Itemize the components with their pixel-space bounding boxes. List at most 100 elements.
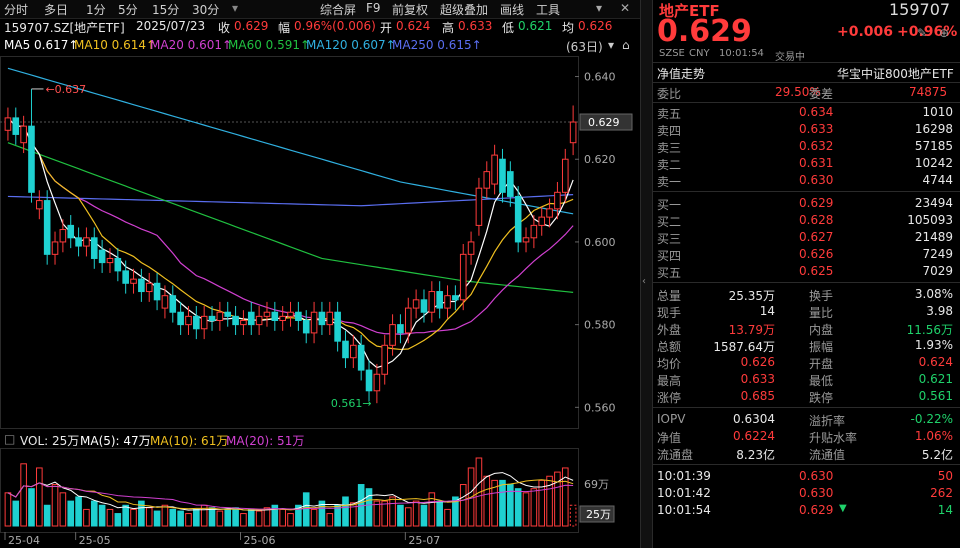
candle-body <box>357 344 365 371</box>
price-tick-label: 0.640 <box>584 71 616 84</box>
high-value: 0.633 <box>458 19 493 33</box>
volume-bar <box>145 507 153 527</box>
stat-label: 跌停 <box>809 391 834 405</box>
stat-label: 振幅 <box>809 340 834 354</box>
volume-bar <box>240 513 247 527</box>
add-icon[interactable]: ⊕ <box>939 26 949 40</box>
exchange-label: SZSE <box>659 48 685 59</box>
candle-body <box>459 253 467 301</box>
adjust-forward-button[interactable]: 前复权 <box>392 1 428 18</box>
buy-level[interactable]: 买五 0.625 7029 <box>657 263 957 281</box>
candle-body <box>554 191 561 210</box>
tab-15min[interactable]: 15分 <box>152 1 179 18</box>
candle-body <box>538 216 546 226</box>
stat-value: 11.56万 <box>906 323 953 337</box>
date-label: 25-05 <box>79 534 111 547</box>
volume-bar <box>514 488 522 527</box>
candle-body <box>444 295 451 309</box>
sell-level-label: 卖三 <box>657 141 682 155</box>
volume-bar <box>106 508 114 527</box>
volume-bar <box>4 492 12 527</box>
candle-body <box>36 200 43 210</box>
candle-body <box>161 295 169 309</box>
candle-body <box>334 311 341 342</box>
separator <box>653 282 960 283</box>
tick-volume: 50 <box>937 469 953 483</box>
chevron-down-icon[interactable]: ▾ <box>232 1 238 15</box>
sell-level[interactable]: 卖二 0.631 10242 <box>657 155 957 173</box>
super-overlay-button[interactable]: 超级叠加 <box>440 1 488 18</box>
buy-level[interactable]: 买一 0.629 23494 <box>657 195 957 213</box>
volume-bar <box>279 508 286 527</box>
volume-bar <box>232 507 239 527</box>
avg-label: 均 <box>562 21 575 35</box>
close-icon[interactable]: ✕ <box>620 1 630 15</box>
volume-bar <box>59 492 67 527</box>
period-selector[interactable]: (63日) <box>566 38 603 55</box>
kline-chart[interactable]: 0.640 0.620 0.600 0.580 0.560 0.629 69万 25万 25… <box>0 56 640 548</box>
volume-bar <box>193 508 200 527</box>
sell-level[interactable]: 卖三 0.632 57185 <box>657 138 957 156</box>
buy-level[interactable]: 买二 0.628 105093 <box>657 212 957 230</box>
volume-toggle-icon[interactable]: □ <box>4 432 15 446</box>
volume-label: VOL: 25万 <box>20 434 80 448</box>
tab-5min[interactable]: 5分 <box>118 1 138 18</box>
volume-bar <box>114 513 122 527</box>
tab-30min[interactable]: 30分 <box>192 1 219 18</box>
stat-value: 3.08% <box>914 287 953 301</box>
volume-bar <box>569 504 577 527</box>
stat-value: 1.06% <box>914 429 953 443</box>
stat-label: 溢折率 <box>809 414 846 428</box>
stat-value: 13.79万 <box>728 323 775 337</box>
change-label: 幅 <box>278 21 291 35</box>
candle-body <box>279 315 286 321</box>
candle-body <box>193 315 200 330</box>
stat-value: 0.624 <box>918 355 953 369</box>
stat-row: 外盘 13.79万 内盘 11.56万 <box>657 320 957 338</box>
sell-level[interactable]: 卖四 0.633 16298 <box>657 121 957 139</box>
volume-bar <box>522 492 530 527</box>
tab-composite-screen[interactable]: 综合屏 <box>320 1 356 18</box>
nav-trend-link[interactable]: 净值走势 <box>657 65 705 82</box>
volume-bar <box>499 479 506 527</box>
volume-bar <box>420 504 428 527</box>
buy-level[interactable]: 买四 0.626 7249 <box>657 246 957 264</box>
tab-1min[interactable]: 1分 <box>86 1 106 18</box>
stat-row: 现手 14 量比 3.98 <box>657 303 957 321</box>
tools-button[interactable]: 工具 <box>536 1 560 18</box>
buy-volume: 7029 <box>922 264 953 278</box>
tab-multiday[interactable]: 多日 <box>44 1 68 18</box>
candle-body <box>389 324 396 346</box>
chevron-down-icon[interactable]: ▾ <box>608 38 614 52</box>
buy-level-label: 买一 <box>657 198 682 212</box>
candle-body <box>200 315 208 330</box>
edit-icon[interactable]: ✎ <box>917 26 927 40</box>
tab-timeshare[interactable]: 分时 <box>4 1 28 18</box>
tab-f9[interactable]: F9 <box>366 1 381 15</box>
volume-axis-top: 69万 <box>584 478 609 491</box>
sell-level[interactable]: 卖五 0.634 1010 <box>657 104 957 122</box>
candle-body <box>43 200 51 255</box>
buy-level[interactable]: 买三 0.627 21489 <box>657 229 957 247</box>
volume-bar <box>381 500 389 527</box>
vol-ma5-label: MA(5): 47万 <box>80 434 151 448</box>
candle-body <box>90 237 98 259</box>
candle-body <box>169 295 177 313</box>
price-tick-label: 0.560 <box>584 401 616 414</box>
volume-bar <box>255 510 263 527</box>
chevron-left-icon[interactable]: ‹ <box>642 276 646 287</box>
sell-volume: 10242 <box>914 156 953 170</box>
stat-value: 14 <box>759 304 775 318</box>
sell-level[interactable]: 卖一 0.630 4744 <box>657 172 957 190</box>
buy-level-label: 买四 <box>657 249 682 263</box>
stat-row: 均价 0.626 开盘 0.624 <box>657 354 957 372</box>
candle-body <box>365 369 373 392</box>
low-annotation: 0.561→ <box>331 397 372 410</box>
price-tick-label: 0.620 <box>584 153 616 166</box>
sell-price: 0.632 <box>799 139 834 153</box>
draw-line-button[interactable]: 画线 <box>500 1 524 18</box>
lock-icon[interactable]: ⌂ <box>622 38 630 52</box>
trade-status: 交易中 <box>775 52 805 63</box>
low-label: 低 <box>502 21 515 35</box>
chevron-down-icon[interactable]: ▾ <box>596 1 602 15</box>
